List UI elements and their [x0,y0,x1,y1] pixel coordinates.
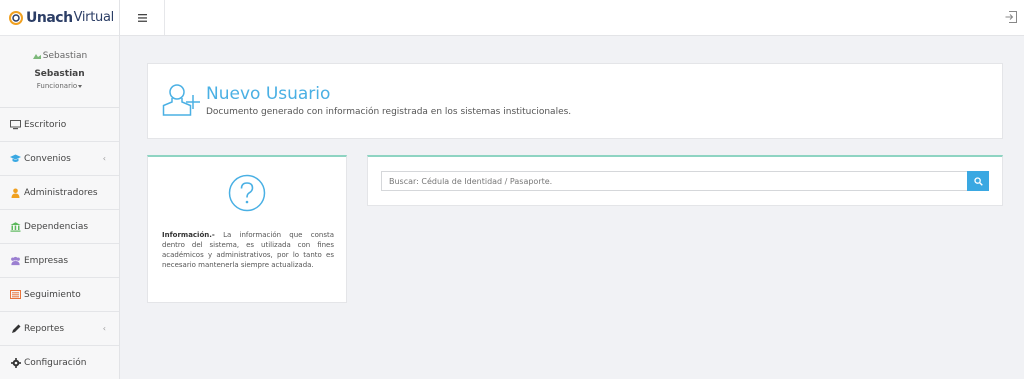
profile-name: Sebastian [34,69,85,79]
sidebar-item-label: Empresas [24,255,69,266]
sidebar: Unach Virtual Sebastian Sebastian Funcio… [0,0,120,379]
hamburger-icon [137,13,147,22]
gear-icon [10,357,21,368]
page-header-panel: Nuevo Usuario Documento generado con inf… [147,63,1003,139]
menu-toggle-button[interactable] [120,0,165,35]
sidebar-item-label: Dependencias [24,221,89,232]
sidebar-item-label: Seguimiento [24,289,81,300]
brand-name-light: Virtual [73,10,115,25]
sidebar-item-escritorio[interactable]: Escritorio [0,108,119,142]
list-icon [10,289,21,300]
sidebar-item-label: Reportes [24,323,65,334]
question-icon [228,174,266,212]
user-icon [10,187,21,198]
search-input[interactable] [381,171,967,191]
avatar: Sebastian [0,50,119,62]
users-icon [10,255,21,266]
info-panel: Información.- La información que consta … [147,155,347,303]
top-bar [120,0,1024,36]
caret-down-icon [78,84,83,88]
unach-logo-icon [9,10,23,25]
sidebar-item-seguimiento[interactable]: Seguimiento [0,278,119,312]
profile-role-dropdown[interactable]: Funcionario [0,82,119,90]
sidebar-item-administradores[interactable]: Administradores [0,176,119,210]
info-label: Información.- [162,231,215,239]
sidebar-item-label: Administradores [24,187,98,198]
logout-button[interactable] [1004,8,1018,26]
brand-logo[interactable]: Unach Virtual [0,0,119,36]
sign-out-icon [1005,11,1017,23]
brand-name-bold: Unach [26,9,73,26]
bank-icon [10,221,21,232]
chevron-left-icon: ‹ [102,324,106,333]
desktop-icon [10,119,21,130]
pen-icon [10,323,21,334]
search-icon [973,176,983,186]
sidebar-item-dependencias[interactable]: Dependencias [0,210,119,244]
broken-image-icon [32,53,41,59]
search-panel [367,155,1003,206]
avatar-alt-text: Sebastian [42,51,88,61]
sidebar-item-convenios[interactable]: Convenios ‹ [0,142,119,176]
sidebar-item-label: Escritorio [24,119,67,130]
page-subtitle: Documento generado con información regis… [206,107,572,117]
chevron-left-icon: ‹ [102,154,106,163]
sidebar-item-label: Configuración [24,357,87,368]
graduation-cap-icon [10,153,21,164]
info-text: Información.- La información que consta … [162,230,334,270]
page-title: Nuevo Usuario [206,84,331,104]
sidebar-item-label: Convenios [24,153,71,164]
user-profile: Sebastian Sebastian Funcionario [0,36,119,108]
profile-role-label: Funcionario [36,82,78,90]
search-button[interactable] [967,171,989,191]
add-user-icon [162,84,200,116]
sidebar-item-reportes[interactable]: Reportes ‹ [0,312,119,346]
sidebar-item-configuracion[interactable]: Configuración [0,346,119,379]
sidebar-item-empresas[interactable]: Empresas [0,244,119,278]
